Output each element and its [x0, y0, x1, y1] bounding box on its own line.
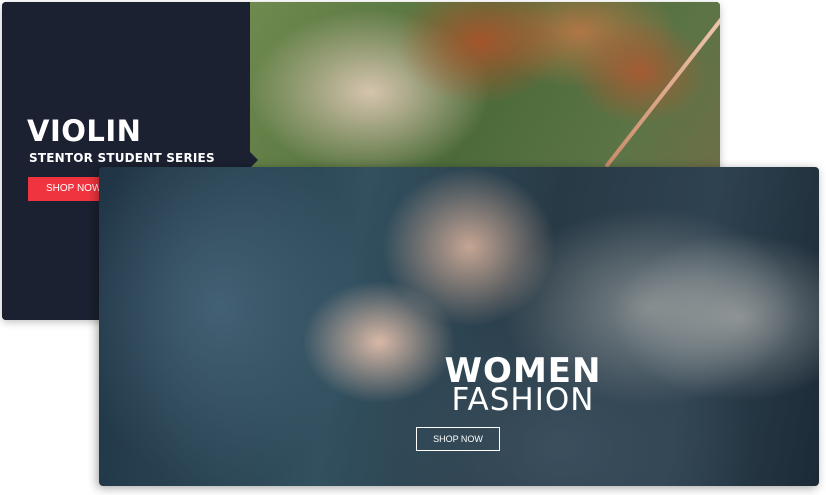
violin-title: VIOLIN — [27, 114, 142, 148]
fashion-shop-now-button[interactable]: SHOP NOW — [416, 427, 500, 451]
violin-subtitle: STENTOR STUDENT SERIES — [29, 151, 215, 165]
panel-pointer-arrow — [250, 152, 258, 168]
violin-bow-graphic — [604, 2, 720, 168]
women-fashion-banner[interactable]: WOMEN FASHION SHOP NOW — [99, 167, 819, 486]
women-fashion-subtitle: FASHION — [451, 382, 595, 418]
